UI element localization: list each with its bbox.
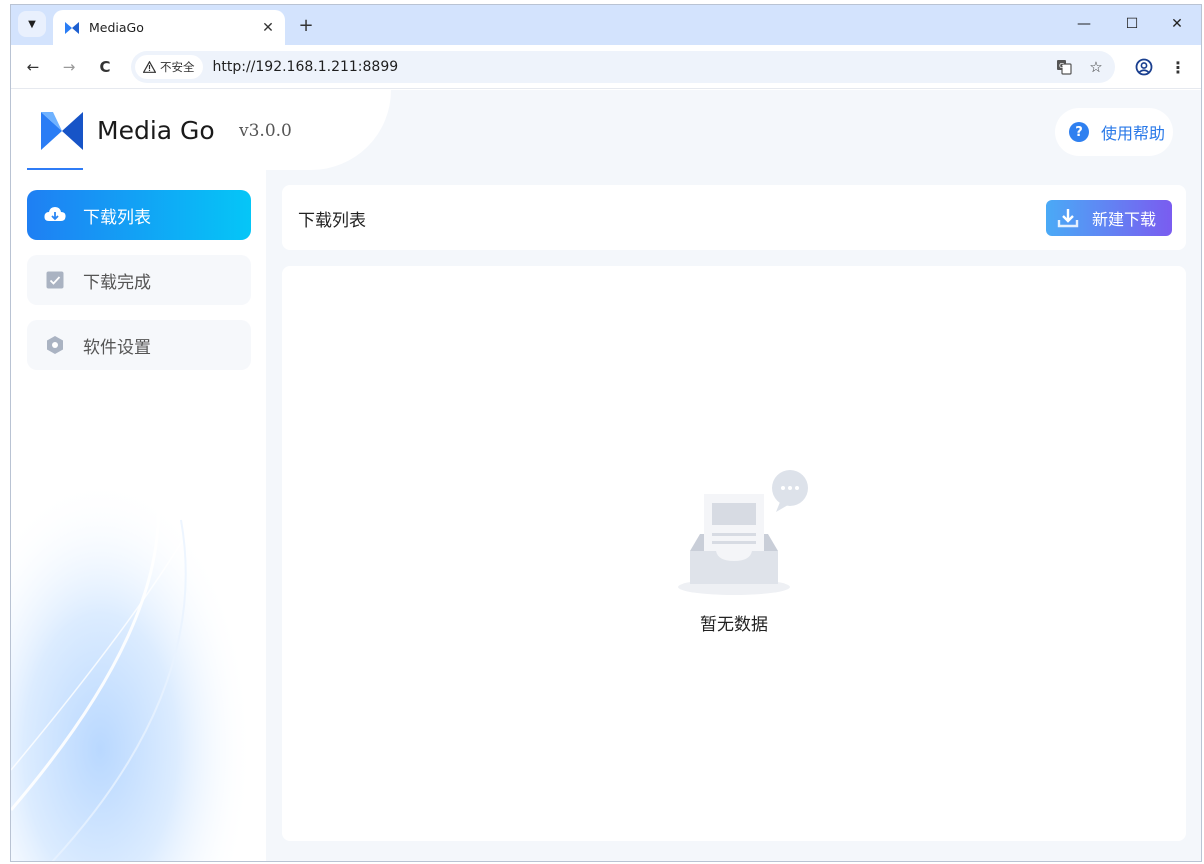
main-content: 下载列表 新建下载 暂无数据: [266, 170, 1201, 861]
page-header: 下载列表 新建下载: [282, 185, 1186, 250]
brand-area: Media Go v3.0.0: [11, 90, 391, 170]
sidebar-item-download-list[interactable]: 下载列表: [27, 190, 251, 240]
brand-name: Media Go: [97, 116, 215, 145]
forward-button[interactable]: →: [56, 54, 82, 80]
reload-button[interactable]: C: [92, 54, 118, 80]
empty-inbox-icon: [678, 470, 808, 595]
browser-window: ▼ MediaGo ✕ + — ☐ ✕ ← → C 不安全 http://192…: [10, 4, 1202, 862]
close-window-button[interactable]: ✕: [1159, 11, 1195, 37]
sidebar-item-download-complete[interactable]: 下载完成: [27, 255, 251, 305]
mediago-favicon-icon: [65, 21, 79, 34]
empty-state-text: 暂无数据: [700, 615, 768, 635]
mediago-app: Media Go v3.0.0 ? 使用帮助 下载列表 下载完成 软件设置 下载…: [11, 90, 1201, 861]
sidebar-item-label: 软件设置: [83, 337, 151, 358]
new-download-label: 新建下载: [1092, 210, 1157, 229]
minimize-button[interactable]: —: [1066, 11, 1102, 37]
browser-toolbar: ← → C 不安全 http://192.168.1.211:8899 G ☆ …: [11, 45, 1201, 89]
help-label: 使用帮助: [1101, 124, 1166, 143]
profile-icon[interactable]: [1131, 54, 1157, 80]
svg-text:G: G: [1059, 62, 1064, 70]
app-header: Media Go v3.0.0 ? 使用帮助: [11, 90, 1201, 170]
checkbox-icon: [44, 269, 66, 291]
help-icon: ?: [1069, 122, 1089, 142]
mediago-logo-icon: [41, 112, 83, 150]
tab-search-icon[interactable]: ▼: [18, 11, 46, 37]
download-list-panel: 暂无数据: [282, 266, 1186, 841]
bookmark-star-icon[interactable]: ☆: [1083, 54, 1109, 80]
browser-tab[interactable]: MediaGo ✕: [53, 10, 285, 45]
sidebar-item-label: 下载列表: [83, 207, 151, 228]
security-label: 不安全: [160, 60, 195, 74]
more-menu-icon[interactable]: ⋮: [1165, 54, 1191, 80]
sidebar: 下载列表 下载完成 软件设置: [11, 170, 266, 861]
version-label: v3.0.0: [239, 121, 292, 141]
warning-icon: [143, 61, 156, 73]
new-tab-button[interactable]: +: [293, 12, 319, 38]
maximize-button[interactable]: ☐: [1114, 11, 1150, 37]
page-title: 下载列表: [298, 211, 366, 231]
cloud-download-icon: [44, 204, 66, 226]
tab-strip: ▼ MediaGo ✕ + — ☐ ✕: [11, 5, 1201, 45]
url-text[interactable]: http://192.168.1.211:8899: [213, 59, 1052, 75]
tab-title: MediaGo: [89, 20, 144, 35]
sidebar-item-label: 下载完成: [83, 272, 151, 293]
address-bar[interactable]: 不安全 http://192.168.1.211:8899 G ☆: [131, 51, 1115, 83]
back-button[interactable]: ←: [20, 54, 46, 80]
help-button[interactable]: ? 使用帮助: [1055, 108, 1173, 156]
tab-close-icon[interactable]: ✕: [255, 15, 281, 41]
hexagon-settings-icon: [44, 334, 66, 356]
translate-icon[interactable]: G: [1051, 54, 1077, 80]
sidebar-item-settings[interactable]: 软件设置: [27, 320, 251, 370]
download-icon: [1057, 209, 1079, 228]
security-chip[interactable]: 不安全: [135, 55, 203, 79]
new-download-button[interactable]: 新建下载: [1046, 200, 1172, 236]
